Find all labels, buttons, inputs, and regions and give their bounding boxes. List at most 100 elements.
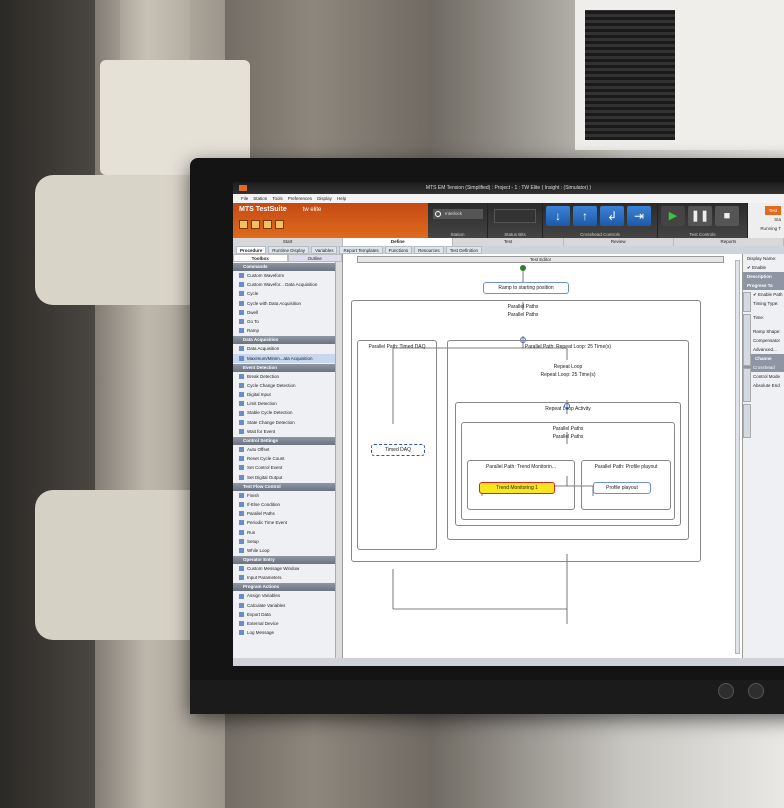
toolbox-item[interactable]: Reset Cycle Count bbox=[233, 454, 342, 463]
tab-reports[interactable]: Reports bbox=[674, 238, 784, 246]
profile-playout-node[interactable]: Profile playout bbox=[593, 482, 651, 494]
open-folder-icon[interactable] bbox=[239, 220, 248, 229]
jog-up-icon[interactable]: ↑ bbox=[573, 206, 597, 226]
progress-header[interactable]: Progress Ta bbox=[743, 281, 784, 290]
menu-file[interactable]: File bbox=[241, 194, 248, 203]
toolbox-item[interactable]: Set Control Event bbox=[233, 463, 342, 472]
tab-define[interactable]: Define bbox=[343, 238, 454, 246]
toolbox-item[interactable]: Setup bbox=[233, 537, 342, 546]
channels-header[interactable]: Channe bbox=[751, 354, 784, 363]
toolbox-section-header[interactable]: Event Detection bbox=[233, 363, 342, 372]
tab-functions[interactable]: Functions bbox=[384, 246, 413, 254]
activity-icon bbox=[239, 465, 244, 471]
vtab-limit-detection[interactable] bbox=[743, 368, 751, 402]
menu-tools[interactable]: Tools bbox=[272, 194, 283, 203]
toolbox-section-header[interactable]: Data Acquisition bbox=[233, 336, 342, 345]
toolbox-item[interactable]: Export Data bbox=[233, 610, 342, 619]
toolbox-item[interactable]: Data Acquisition bbox=[233, 344, 342, 353]
toolbox-item-label: Parallel Paths bbox=[247, 511, 275, 517]
enable-checkbox[interactable]: ✔ Enable bbox=[743, 263, 784, 272]
toolbox-section-header[interactable]: Test Flow Control bbox=[233, 482, 342, 491]
description-header[interactable]: Description bbox=[743, 272, 784, 281]
tab-test[interactable]: Test bbox=[453, 238, 564, 246]
toolbox-item[interactable]: Dwell bbox=[233, 308, 342, 317]
toolbox-item[interactable]: Cycle Change Detection bbox=[233, 381, 342, 390]
toolbox-item[interactable]: Break Detection bbox=[233, 372, 342, 381]
toolbox-item[interactable]: Wait for Event bbox=[233, 427, 342, 436]
toolbox-item-label: Stable Cycle Detection bbox=[247, 410, 293, 416]
toolbox-item[interactable]: Input Parameters bbox=[233, 573, 342, 582]
pause-icon[interactable]: ❚❚ bbox=[688, 206, 712, 226]
toolbox-item[interactable]: Auto Offset bbox=[233, 445, 342, 454]
save-all-icon[interactable] bbox=[275, 220, 284, 229]
tab-test-definition[interactable]: Test Definition bbox=[445, 246, 482, 254]
toolbox-item[interactable]: Custom Wavefor... Data Acquisition bbox=[233, 280, 342, 289]
tab-toolbox[interactable]: Toolbox bbox=[233, 254, 288, 262]
toolbox-item[interactable]: State Change Detection bbox=[233, 418, 342, 427]
reset-icon bbox=[435, 211, 441, 217]
tab-variables[interactable]: Variables bbox=[311, 246, 338, 254]
toolbox-item[interactable]: External Device bbox=[233, 619, 342, 628]
toolbox-item[interactable]: Calculate Variables bbox=[233, 601, 342, 610]
tab-start[interactable]: Start bbox=[233, 238, 344, 246]
jog-down-icon[interactable]: ↓ bbox=[546, 206, 570, 226]
save-icon[interactable] bbox=[263, 220, 272, 229]
stop-icon[interactable]: ■ bbox=[715, 206, 739, 226]
toolbox-item[interactable]: Periodic Time Event bbox=[233, 518, 342, 527]
toolbox-section-header[interactable]: Operator Entry bbox=[233, 556, 342, 565]
menu-preferences[interactable]: Preferences bbox=[288, 194, 312, 203]
run-icon[interactable]: ▶ bbox=[661, 206, 685, 226]
menu-help[interactable]: Help bbox=[337, 194, 346, 203]
toolbox-item[interactable]: Maximum/Minim...ata Acquisition bbox=[233, 353, 342, 363]
toolbox-item[interactable]: Cycle with Data Acquisition bbox=[233, 299, 342, 308]
tab-resources[interactable]: Resources bbox=[414, 246, 444, 254]
vtab-ramp[interactable] bbox=[743, 292, 751, 312]
vtab-break-detection[interactable] bbox=[743, 404, 751, 438]
timed-daq-node[interactable]: Timed DAQ bbox=[371, 444, 425, 456]
repeat-path-label: Parallel Path: Repeat Loop: 25 Time(s) bbox=[524, 344, 612, 350]
trend-monitoring-node[interactable]: Trend Monitoring 1 bbox=[479, 482, 555, 494]
interlock-field[interactable]: Interlock bbox=[433, 209, 483, 219]
toolbox-item[interactable]: Limit Detection bbox=[233, 399, 342, 408]
toolbox-item[interactable]: Cycle bbox=[233, 289, 342, 298]
toolbox-item[interactable]: Stable Cycle Detection bbox=[233, 408, 342, 417]
ramp-node[interactable]: Ramp to starting position bbox=[483, 282, 569, 294]
goto-icon[interactable]: ⇥ bbox=[627, 206, 651, 226]
tab-procedure[interactable]: Procedure bbox=[236, 246, 267, 254]
return-icon[interactable]: ↲ bbox=[600, 206, 624, 226]
toolbox-item[interactable]: Ramp bbox=[233, 326, 342, 335]
editor-scrollbar[interactable] bbox=[735, 260, 740, 654]
tab-review[interactable]: Review bbox=[564, 238, 674, 246]
menu-display[interactable]: Display bbox=[317, 194, 332, 203]
monitor-bottom-bezel bbox=[190, 680, 784, 714]
toolbox-item[interactable]: If-Else Condition bbox=[233, 500, 342, 509]
activity-icon bbox=[239, 291, 244, 297]
toolbox-item[interactable]: While Loop bbox=[233, 546, 342, 555]
tab-runtime-display[interactable]: Runtime Display bbox=[268, 246, 310, 254]
menu-station[interactable]: Station bbox=[253, 194, 267, 203]
repeat-activity-label: Repeat Loop Activity bbox=[545, 406, 591, 412]
toolbox-item[interactable]: Assign Variables bbox=[233, 591, 342, 600]
monitor-button[interactable] bbox=[718, 683, 734, 699]
toolbox-scrollbar[interactable] bbox=[335, 262, 342, 658]
toolbox-section-header[interactable]: Control Settings bbox=[233, 437, 342, 445]
toolbox-section-header[interactable]: Program Actions bbox=[233, 583, 342, 592]
monitor-power-button[interactable] bbox=[748, 683, 764, 699]
toolbox-item-label: While Loop bbox=[247, 547, 270, 553]
toolbox-item[interactable]: Digital Input bbox=[233, 390, 342, 399]
toolbox-item[interactable]: Set Digital Output bbox=[233, 473, 342, 482]
toolbox-item[interactable]: Finish bbox=[233, 491, 342, 500]
toolbox-item[interactable]: Go To bbox=[233, 317, 342, 326]
inner-parallel-subtitle: Parallel Paths bbox=[552, 434, 584, 440]
tab-report-templates[interactable]: Report Templates bbox=[339, 246, 383, 254]
vtab-data-acquisition[interactable] bbox=[743, 314, 751, 366]
toolbox-item[interactable]: Custom Message Window bbox=[233, 564, 342, 573]
toolbox-section-header[interactable]: Commands bbox=[233, 263, 342, 271]
toolbox-item[interactable]: Custom Waveform bbox=[233, 271, 342, 280]
toolbox-item[interactable]: Parallel Paths bbox=[233, 509, 342, 518]
tab-outline[interactable]: Outline bbox=[287, 254, 342, 262]
test-info-status: Sta bbox=[774, 217, 781, 222]
toolbox-item[interactable]: Log Message bbox=[233, 628, 342, 637]
toolbox-item[interactable]: Run bbox=[233, 528, 342, 537]
new-folder-icon[interactable] bbox=[251, 220, 260, 229]
